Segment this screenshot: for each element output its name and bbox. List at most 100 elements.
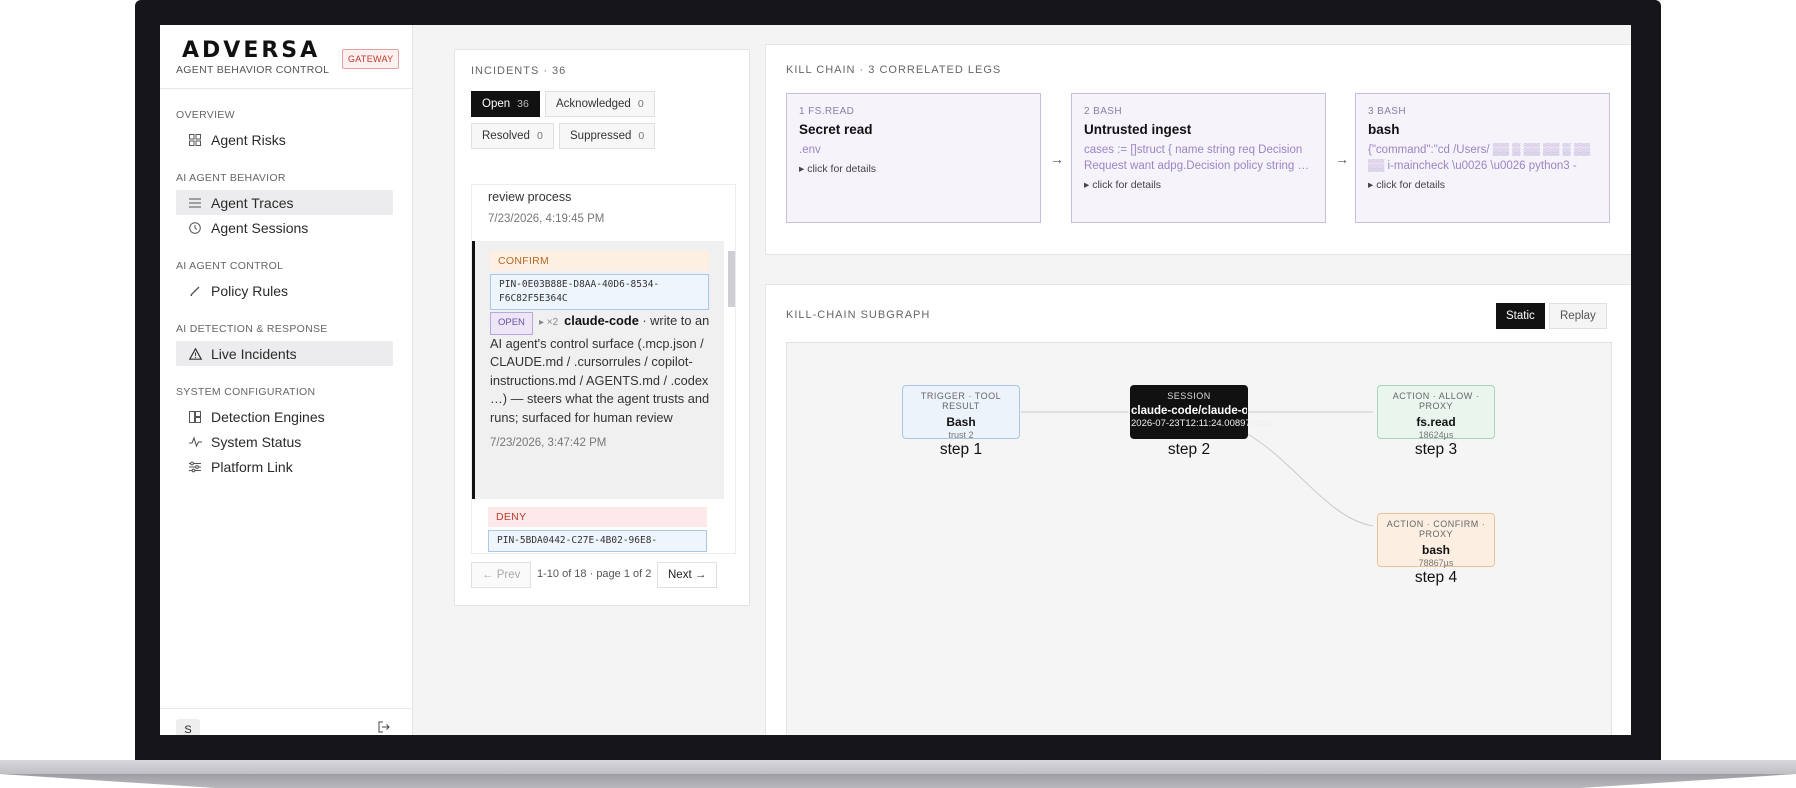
incidents-title: INCIDENTS · 36 xyxy=(471,65,567,77)
clock-icon xyxy=(188,221,202,235)
prev-button[interactable]: ← Prev xyxy=(471,562,532,588)
tab-count: 36 xyxy=(517,98,529,110)
graph-node-session[interactable]: SESSION claude-code/claude-opus-4 2026-0… xyxy=(1130,385,1272,439)
sidebar-item-label: Agent Traces xyxy=(211,194,294,211)
sidebar-item-label: Policy Rules xyxy=(211,282,289,299)
node-name: fs.read xyxy=(1416,415,1456,429)
tab-label: Open xyxy=(482,98,511,110)
static-button[interactable]: Static xyxy=(1496,303,1545,329)
incident-list[interactable]: review process 7/23/2026, 4:19:45 PM CON… xyxy=(471,184,736,554)
engines-icon xyxy=(188,410,202,424)
sidebar: ADVERSA AGENT BEHAVIOR CONTROL GATEWAY O… xyxy=(160,25,413,735)
tab-acknowledged[interactable]: Acknowledged 0 xyxy=(545,91,655,117)
leg-details-toggle[interactable]: ▸ click for details xyxy=(1084,179,1313,191)
severity-badge: CONFIRM xyxy=(490,251,709,271)
sidebar-item-label: Agent Sessions xyxy=(211,219,309,236)
incidents-panel: INCIDENTS · 36 Open 36 Acknowledged 0 Re… xyxy=(454,49,750,606)
kill-chain-leg-2[interactable]: 2 BASH Untrusted ingest cases := []struc… xyxy=(1071,93,1326,223)
nav-section-detection: AI DETECTION & RESPONSE Live Incidents xyxy=(160,323,412,366)
tab-label: Resolved xyxy=(482,130,530,142)
subgraph-title: KILL-CHAIN SUBGRAPH xyxy=(786,309,931,321)
sidebar-item-live-incidents[interactable]: Live Incidents xyxy=(176,341,393,366)
pulse-icon xyxy=(188,435,202,449)
nav-section-system: SYSTEM CONFIGURATION Detection Engines S… xyxy=(160,386,412,479)
incident-time: 7/23/2026, 3:47:42 PM xyxy=(490,437,607,449)
incident-text: review process xyxy=(488,190,572,204)
brand-header: ADVERSA AGENT BEHAVIOR CONTROL GATEWAY xyxy=(160,25,412,89)
nav-section-title: AI AGENT CONTROL xyxy=(176,260,284,272)
list-item[interactable]: DENY PIN-5BDA0442-C27E-4B02-96E8- xyxy=(472,499,735,553)
sidebar-item-detection-engines[interactable]: Detection Engines xyxy=(176,404,393,429)
graph-node-action-confirm[interactable]: ACTION · CONFIRM · PROXY bash 78867µs xyxy=(1377,513,1495,568)
leg-details-toggle[interactable]: ▸ click for details xyxy=(799,163,1028,175)
node-name: Bash xyxy=(946,415,976,429)
step-label: step 3 xyxy=(1414,441,1458,458)
leg-title: Secret read xyxy=(799,122,873,137)
next-button[interactable]: Next → xyxy=(657,562,718,588)
sidebar-item-system-status[interactable]: System Status xyxy=(176,429,393,454)
link-icon xyxy=(188,460,202,474)
tab-label: Acknowledged xyxy=(556,98,631,110)
nav-section-title: OVERVIEW xyxy=(176,109,235,121)
leg-number: 1 FS.READ xyxy=(799,106,855,117)
leg-detail: {"command":"cd /Users/ ▒▒ ▒ ▒▒ ▒▒ ▒ ▒▒ ▒… xyxy=(1368,144,1591,172)
page-info: 1-10 of 18 · page 1 of 2 xyxy=(537,568,652,580)
nav-section-title: SYSTEM CONFIGURATION xyxy=(176,386,316,398)
node-sub: 18624µs xyxy=(1418,430,1454,440)
step-label: step 1 xyxy=(939,441,983,458)
logo[interactable]: ADVERSA xyxy=(182,38,320,63)
list-item[interactable]: review process 7/23/2026, 4:19:45 PM xyxy=(472,185,735,240)
node-kind: TRIGGER · TOOL RESULT xyxy=(920,391,1002,411)
sidebar-item-policy-rules[interactable]: Policy Rules xyxy=(176,278,393,303)
tab-resolved[interactable]: Resolved 0 xyxy=(471,123,554,149)
kill-chain-subgraph-panel: KILL-CHAIN SUBGRAPH Static Replay TRIGGE… xyxy=(765,284,1631,735)
edge-step2-step4 xyxy=(1245,432,1374,527)
node-sub: 78867µs xyxy=(1418,558,1454,568)
list-item-selected[interactable]: CONFIRM PIN-0E03B88E-D8AA-40D6-8534-F6C8… xyxy=(472,241,724,499)
incident-pin: PIN-5BDA0442-C27E-4B02-96E8- xyxy=(488,530,707,552)
sidebar-item-agent-sessions[interactable]: Agent Sessions xyxy=(176,215,393,240)
graph-canvas[interactable]: TRIGGER · TOOL RESULT Bash trust 2 step … xyxy=(786,342,1612,735)
status-badge: OPEN xyxy=(490,312,533,335)
leg-number: 2 BASH xyxy=(1084,106,1122,117)
kill-chain-leg-1[interactable]: 1 FS.READ Secret read .env ▸ click for d… xyxy=(786,93,1041,223)
sidebar-item-agent-traces[interactable]: Agent Traces xyxy=(176,190,393,215)
nav-section-control: AI AGENT CONTROL Policy Rules xyxy=(160,260,412,303)
incident-description: OPEN ▸ ×2 claude-code · write to an AI age… xyxy=(490,312,710,427)
gateway-badge: GATEWAY xyxy=(342,49,400,69)
tab-count: 0 xyxy=(637,98,644,110)
app-screen: ADVERSA AGENT BEHAVIOR CONTROL GATEWAY O… xyxy=(160,25,1631,735)
kill-chain-leg-3[interactable]: 3 BASH bash {"command":"cd /Users/ ▒▒ ▒ … xyxy=(1355,93,1610,223)
node-kind: ACTION · ALLOW · PROXY xyxy=(1392,391,1480,411)
leg-details-toggle[interactable]: ▸ click for details xyxy=(1368,179,1597,191)
nav-section-behavior: AI AGENT BEHAVIOR Agent Traces Agent Ses… xyxy=(160,172,412,240)
incident-time: 7/23/2026, 4:19:45 PM xyxy=(488,213,605,225)
sidebar-item-label: Detection Engines xyxy=(211,408,325,425)
sidebar-item-label: Agent Risks xyxy=(211,131,286,148)
laptop-base xyxy=(0,760,1796,774)
graph-node-action-allow[interactable]: ACTION · ALLOW · PROXY fs.read 18624µs xyxy=(1377,385,1495,440)
tab-suppressed[interactable]: Suppressed 0 xyxy=(559,123,656,149)
step-label: step 4 xyxy=(1414,569,1458,586)
warning-icon xyxy=(188,347,202,361)
sidebar-item-platform-link[interactable]: Platform Link xyxy=(176,454,393,479)
nav-section-overview: OVERVIEW Agent Risks xyxy=(160,109,412,152)
list-icon xyxy=(188,196,202,210)
node-sub: trust 2 xyxy=(948,430,974,440)
agent-name: claude-code xyxy=(564,313,639,328)
leg-title: Untrusted ingest xyxy=(1084,122,1192,137)
brand-subtitle: AGENT BEHAVIOR CONTROL xyxy=(176,64,330,76)
replay-button[interactable]: Replay xyxy=(1549,303,1607,329)
graph-node-trigger[interactable]: TRIGGER · TOOL RESULT Bash trust 2 xyxy=(902,385,1020,440)
node-kind: ACTION · CONFIRM · PROXY xyxy=(1386,519,1486,539)
kill-chain-panel: KILL CHAIN · 3 CORRELATED LEGS 1 FS.READ… xyxy=(765,44,1631,255)
scrollbar[interactable] xyxy=(728,251,735,307)
avatar[interactable]: S xyxy=(176,719,200,735)
node-kind: SESSION xyxy=(1167,391,1211,401)
tab-open[interactable]: Open 36 xyxy=(471,91,540,117)
node-name: claude-code/claude-opus-4 xyxy=(1131,405,1247,417)
sidebar-item-agent-risks[interactable]: Agent Risks xyxy=(176,127,393,152)
leg-number: 3 BASH xyxy=(1368,106,1406,117)
nav-section-title: AI DETECTION & RESPONSE xyxy=(176,323,328,335)
logout-icon[interactable] xyxy=(378,721,390,735)
